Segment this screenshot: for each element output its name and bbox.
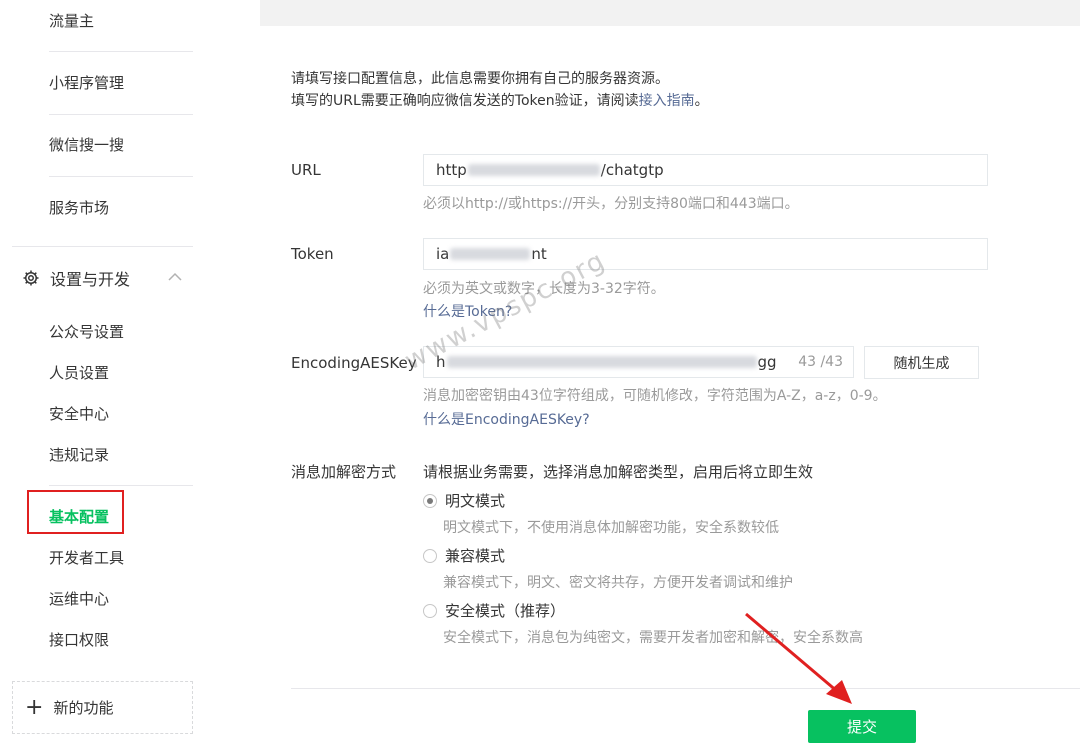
sidebar-item-miniprogram[interactable]: 小程序管理: [49, 72, 124, 93]
sidebar: 流量主 小程序管理 微信搜一搜 服务市场 设置与开发 公众号设置 人员设置 安全…: [0, 0, 260, 746]
sidebar-item-api-permissions[interactable]: 接口权限: [49, 629, 109, 650]
submit-button[interactable]: 提交: [808, 710, 916, 743]
sidebar-item-personnel[interactable]: 人员设置: [49, 362, 109, 383]
sidebar-item-account-settings[interactable]: 公众号设置: [49, 321, 124, 342]
intro-text: 请填写接口配置信息，此信息需要你拥有自己的服务器资源。 填写的URL需要正确响应…: [291, 68, 709, 112]
divider: [291, 688, 1080, 689]
access-guide-link[interactable]: 接入指南: [639, 93, 695, 109]
chevron-up-icon[interactable]: [168, 272, 182, 282]
what-is-aes-key-link[interactable]: 什么是EncodingAESKey?: [423, 409, 590, 429]
aes-key-counter: 43 /43: [798, 354, 843, 370]
intro-line-1: 请填写接口配置信息，此信息需要你拥有自己的服务器资源。: [291, 71, 669, 87]
token-hint: 必须为英文或数字，长度为3-32字符。: [423, 281, 665, 297]
plus-icon: +: [25, 694, 44, 720]
sidebar-section-settings[interactable]: 设置与开发: [22, 266, 130, 290]
redacted-value: [450, 248, 531, 260]
divider: [49, 114, 193, 115]
aes-key-hint: 消息加密密钥由43位字符组成，可随机修改，字符范围为A-Z，a-z，0-9。: [423, 388, 887, 404]
token-input[interactable]: ia nt: [423, 238, 988, 270]
sidebar-item-search[interactable]: 微信搜一搜: [49, 134, 124, 155]
random-generate-button[interactable]: 随机生成: [864, 346, 979, 379]
sidebar-item-security[interactable]: 安全中心: [49, 403, 109, 424]
sidebar-section-title: 设置与开发: [50, 270, 131, 289]
radio-compatible-mode[interactable]: 兼容模式: [423, 545, 505, 566]
divider: [49, 176, 193, 177]
aes-key-label: EncodingAESKey: [291, 354, 417, 372]
compatible-mode-desc: 兼容模式下，明文、密文将共存，方便开发者调试和维护: [443, 575, 793, 591]
url-label: URL: [291, 161, 321, 179]
encryption-intro: 请根据业务需要，选择消息加解密类型，启用后将立即生效: [423, 463, 814, 481]
radio-plaintext-mode[interactable]: 明文模式: [423, 490, 505, 511]
divider: [49, 51, 193, 52]
url-hint: 必须以http://或https://开头，分别支持80端口和443端口。: [423, 196, 799, 212]
secure-mode-desc: 安全模式下，消息包为纯密文，需要开发者加密和解密，安全系数高: [443, 630, 863, 646]
divider: [49, 485, 193, 486]
redacted-value: [467, 164, 600, 176]
sidebar-item-ops-center[interactable]: 运维中心: [49, 588, 109, 609]
sidebar-item-traffic-host[interactable]: 流量主: [49, 10, 94, 31]
radio-button[interactable]: [423, 548, 437, 563]
encryption-label: 消息加解密方式: [291, 463, 397, 481]
radio-secure-mode[interactable]: 安全模式（推荐）: [423, 600, 565, 621]
radio-button-checked[interactable]: [423, 493, 437, 508]
sidebar-item-violations[interactable]: 违规记录: [49, 444, 109, 465]
radio-button[interactable]: [423, 603, 437, 618]
new-feature-label: 新的功能: [53, 699, 114, 717]
gear-icon: [23, 270, 39, 286]
intro-line-2: 填写的URL需要正确响应微信发送的Token验证，请阅读接入指南。: [291, 93, 709, 109]
redacted-value: [446, 356, 757, 368]
new-feature-button[interactable]: + 新的功能: [12, 681, 193, 734]
sidebar-item-market[interactable]: 服务市场: [49, 197, 109, 218]
plaintext-mode-desc: 明文模式下，不使用消息体加解密功能，安全系数较低: [443, 520, 779, 536]
token-label: Token: [291, 245, 334, 263]
sidebar-item-dev-tools[interactable]: 开发者工具: [49, 547, 124, 568]
divider: [12, 246, 193, 247]
what-is-token-link[interactable]: 什么是Token?: [423, 301, 512, 321]
aes-key-input[interactable]: h gg 43 /43: [423, 346, 854, 378]
annotation-highlight-box: [27, 490, 124, 534]
url-input[interactable]: http/chatgtp: [423, 154, 988, 186]
main-panel: 请填写接口配置信息，此信息需要你拥有自己的服务器资源。 填写的URL需要正确响应…: [260, 26, 1080, 746]
